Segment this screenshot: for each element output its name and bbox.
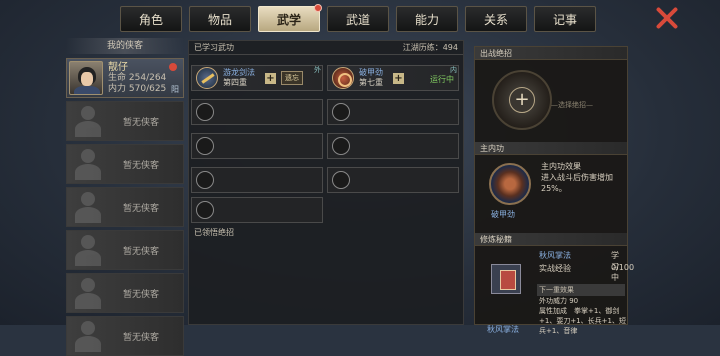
exp-value: 江湖历练：494 bbox=[402, 43, 458, 52]
empty-slot-label: 暂无侠客 bbox=[123, 203, 160, 214]
plus-icon: + bbox=[509, 87, 535, 113]
empty-slot-icon bbox=[332, 137, 350, 155]
effect-title: 主内功效果 bbox=[541, 162, 581, 171]
next-power: 外功威力 90 bbox=[539, 297, 579, 305]
empty-skill-slot[interactable] bbox=[327, 167, 459, 193]
notification-dot-icon bbox=[169, 63, 177, 71]
hero-list-header: 我的侠客 bbox=[66, 38, 184, 54]
empty-slot-label: 暂无侠客 bbox=[123, 117, 160, 128]
mp-label: 内力 bbox=[108, 83, 127, 94]
silhouette-icon bbox=[73, 190, 103, 224]
avatar bbox=[69, 61, 103, 95]
skill-tag: 内 bbox=[450, 66, 457, 74]
empty-slot-label: 暂无侠客 bbox=[123, 160, 160, 171]
skill-tag: 外 bbox=[314, 66, 321, 74]
next-effect-header: 下一重效果 bbox=[537, 284, 625, 296]
inner-skill-icon bbox=[332, 67, 354, 89]
empty-skill-slot[interactable] bbox=[327, 133, 459, 159]
empty-skill-slot[interactable] bbox=[327, 99, 459, 125]
empty-slot-icon bbox=[332, 171, 350, 189]
silhouette-icon bbox=[73, 147, 103, 181]
manual-title: 修炼秘籍 bbox=[475, 233, 627, 246]
empty-hero-slot[interactable]: 暂无侠客 bbox=[66, 230, 184, 270]
effect-text: 进入战斗后伤害增加25%。 bbox=[541, 173, 613, 193]
tab-journal[interactable]: 记事 bbox=[534, 6, 596, 32]
ult-slot[interactable]: + bbox=[492, 70, 552, 130]
manual-name: 秋风掌法 bbox=[539, 251, 571, 260]
empty-hero-slot[interactable]: 暂无侠客 bbox=[66, 101, 184, 141]
tab-character[interactable]: 角色 bbox=[120, 6, 182, 32]
manual-label: 秋风掌法 bbox=[487, 325, 519, 334]
empty-hero-slot[interactable]: 暂无侠客 bbox=[66, 144, 184, 184]
silhouette-icon bbox=[73, 233, 103, 267]
skill-slot-pojia[interactable]: 破甲劲 第七重 + 运行中 内 bbox=[327, 65, 459, 91]
running-status: 运行中 bbox=[430, 75, 454, 84]
hp-value: 254/264 bbox=[128, 72, 167, 83]
empty-hero-slot[interactable]: 暂无侠客 bbox=[66, 273, 184, 313]
empty-slot-label: 暂无侠客 bbox=[123, 246, 160, 257]
mp-value: 570/625 bbox=[128, 83, 167, 94]
skill-name: 破甲劲 bbox=[359, 68, 383, 77]
upgrade-plus-icon[interactable]: + bbox=[265, 72, 276, 84]
inner-skill-icon[interactable] bbox=[489, 163, 531, 205]
skill-name: 游龙剑法 bbox=[223, 68, 255, 77]
empty-slot-label: 暂无侠客 bbox=[123, 332, 160, 343]
forget-button[interactable]: 遗忘 bbox=[281, 71, 303, 85]
hero-card-selected[interactable]: 靓仔 生命 254/264 内力 570/625 阳 bbox=[66, 58, 184, 98]
empty-skill-slot[interactable] bbox=[191, 197, 323, 223]
empty-hero-slot[interactable]: 暂无侠客 bbox=[66, 187, 184, 227]
practice-label: 实战经验 bbox=[539, 264, 571, 273]
skill-level: 第七重 bbox=[359, 78, 383, 87]
inner-skill-name: 破甲劲 bbox=[491, 210, 515, 219]
empty-skill-slot[interactable] bbox=[191, 167, 323, 193]
sword-skill-icon bbox=[196, 67, 218, 89]
skill-slot-sword[interactable]: 游龙剑法 第四重 + 遗忘 外 bbox=[191, 65, 323, 91]
book-icon[interactable] bbox=[491, 264, 521, 294]
tab-wudao[interactable]: 武道 bbox=[327, 6, 389, 32]
hero-list: 我的侠客 靓仔 生命 254/264 内力 570/625 阳 暂无侠客 暂无侠… bbox=[66, 38, 184, 356]
skill-level: 第四重 bbox=[223, 78, 247, 87]
next-attr: 属性加成 拳掌+1、御剑+1、耍刀+1、长兵+1、短兵+1、音律 bbox=[539, 307, 626, 335]
empty-slot-icon bbox=[196, 103, 214, 121]
empty-slot-icon bbox=[332, 103, 350, 121]
tab-relations[interactable]: 关系 bbox=[465, 6, 527, 32]
tab-items[interactable]: 物品 bbox=[189, 6, 251, 32]
skill-panel: 已学习武功 江湖历练：494 游龙剑法 第四重 + 遗忘 外 破甲劲 第七重 + 运行… bbox=[188, 40, 464, 325]
empty-slot-label: 暂无侠客 bbox=[123, 289, 160, 300]
practice-value: 0/100 bbox=[611, 263, 635, 272]
hero-name: 靓仔 bbox=[108, 61, 128, 73]
tab-bar: 角色 物品 武学 武道 能力 关系 记事 bbox=[120, 4, 596, 34]
inner-title: 主内功 bbox=[475, 142, 627, 155]
empty-slot-icon bbox=[196, 171, 214, 189]
empty-slot-icon bbox=[196, 201, 214, 219]
hp-label: 生命 bbox=[108, 72, 127, 83]
tab-martial-arts-label: 武学 bbox=[276, 12, 301, 27]
empty-skill-slot[interactable] bbox=[191, 133, 323, 159]
detail-panel: 出战绝招 + —选择绝招— 主内功 破甲劲 主内功效果 进入战斗后伤害增加25%… bbox=[474, 46, 634, 335]
silhouette-icon bbox=[73, 276, 103, 310]
tab-ability[interactable]: 能力 bbox=[396, 6, 458, 32]
yang-tag: 阳 bbox=[171, 85, 179, 94]
empty-slot-icon bbox=[196, 137, 214, 155]
learned-title: 已学习武功 bbox=[194, 43, 234, 52]
notification-dot-icon bbox=[314, 4, 322, 12]
silhouette-icon bbox=[73, 104, 103, 138]
close-icon[interactable] bbox=[655, 6, 679, 30]
skill-grid: 游龙剑法 第四重 + 遗忘 外 破甲劲 第七重 + 运行中 内 bbox=[189, 55, 463, 195]
comprehend-title: 已领悟绝招 bbox=[194, 228, 234, 237]
empty-skill-slot[interactable] bbox=[191, 99, 323, 125]
ult-title: 出战绝招 bbox=[475, 47, 627, 60]
upgrade-plus-icon[interactable]: + bbox=[393, 72, 404, 84]
silhouette-icon bbox=[73, 319, 103, 353]
tab-martial-arts[interactable]: 武学 bbox=[258, 4, 322, 32]
ult-select[interactable]: —选择绝招— bbox=[551, 100, 593, 110]
empty-hero-slot[interactable]: 暂无侠客 bbox=[66, 316, 184, 356]
